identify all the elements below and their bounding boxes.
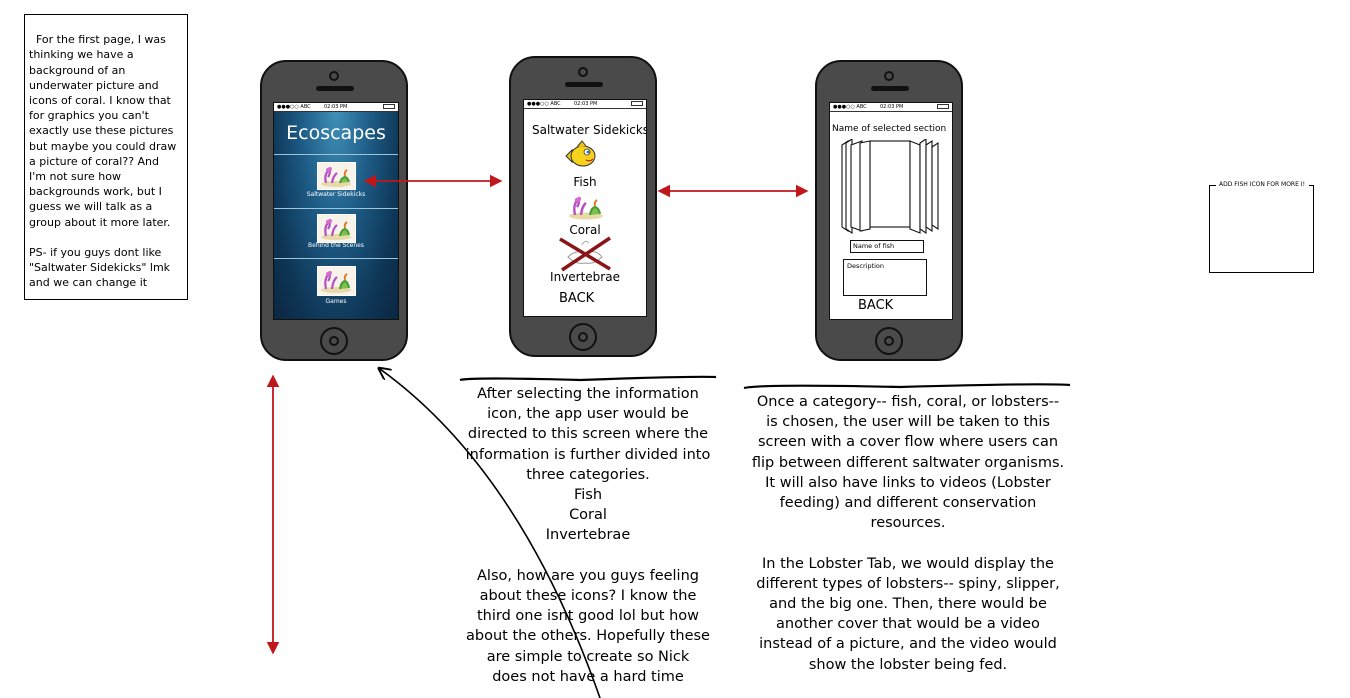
brace-caption2 (459, 375, 717, 382)
placeholder-label: ADD FISH ICON FOR MORE I! (1218, 181, 1306, 188)
placeholder-top-line-right (1309, 185, 1313, 186)
caption-phone3: Once a category-- fish, coral, or lobste… (751, 394, 1065, 673)
caption-phone2: After selecting the information icon, th… (465, 386, 711, 685)
placeholder-top-line-left (1210, 185, 1216, 186)
brace-caption3 (743, 383, 1071, 390)
placeholder-box: ADD FISH ICON FOR MORE I! (1209, 181, 1314, 273)
